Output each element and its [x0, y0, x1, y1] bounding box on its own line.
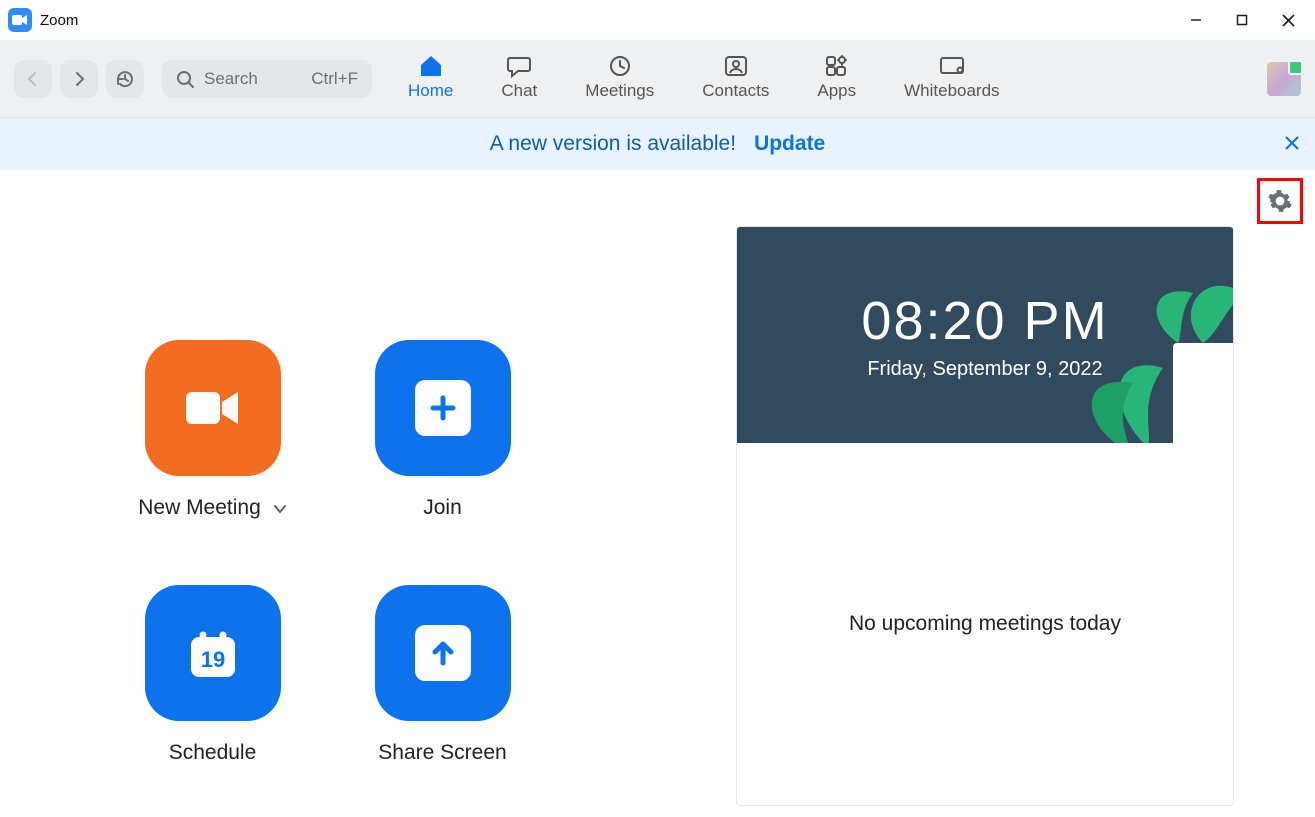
join-button[interactable]: [375, 340, 511, 476]
contacts-icon: [723, 53, 749, 79]
calendar-icon: 19: [181, 621, 245, 685]
whiteboard-icon: [938, 53, 966, 79]
apps-icon: [824, 53, 850, 79]
new-meeting-tile: New Meeting: [103, 340, 323, 565]
history-button[interactable]: [106, 60, 144, 98]
share-screen-tile: Share Screen: [333, 585, 553, 810]
action-panel: New Meeting Join 1: [0, 170, 655, 817]
home-icon: [418, 53, 444, 79]
toolbar: Search Ctrl+F Home Chat Meetings Contact…: [0, 40, 1315, 118]
titlebar: Zoom: [0, 0, 1315, 40]
tab-home[interactable]: Home: [408, 40, 453, 117]
search-icon: [176, 70, 194, 88]
join-label: Join: [423, 496, 462, 520]
tab-contacts[interactable]: Contacts: [702, 40, 769, 117]
new-meeting-label: New Meeting: [138, 496, 261, 520]
clock-date: Friday, September 9, 2022: [867, 358, 1102, 381]
banner-text: A new version is available!: [490, 132, 736, 156]
nav-forward-button[interactable]: [60, 60, 98, 98]
plus-icon: [415, 380, 471, 436]
clock-hero: 08:20 PM Friday, September 9, 2022: [737, 227, 1233, 443]
schedule-button[interactable]: 19: [145, 585, 281, 721]
search-placeholder: Search: [204, 69, 258, 89]
settings-button[interactable]: [1257, 178, 1303, 224]
update-link[interactable]: Update: [754, 132, 825, 156]
chat-icon: [506, 53, 532, 79]
nav-tabs: Home Chat Meetings Contacts Apps Whitebo…: [372, 40, 1253, 117]
clock-time: 08:20 PM: [861, 290, 1108, 352]
main-content: New Meeting Join 1: [0, 170, 1315, 817]
window-title: Zoom: [40, 12, 78, 29]
tab-whiteboards[interactable]: Whiteboards: [904, 40, 999, 117]
search-input[interactable]: Search Ctrl+F: [162, 60, 372, 98]
arrow-up-icon: [415, 625, 471, 681]
profile-avatar[interactable]: [1267, 62, 1301, 96]
tab-meetings[interactable]: Meetings: [585, 40, 654, 117]
close-button[interactable]: [1265, 0, 1311, 40]
update-banner: A new version is available! Update: [0, 118, 1315, 170]
video-icon: [182, 386, 244, 430]
zoom-app-icon: [8, 8, 32, 32]
join-tile: Join: [333, 340, 553, 565]
nav-back-button[interactable]: [14, 60, 52, 98]
info-panel: 08:20 PM Friday, September 9, 2022 No up…: [655, 170, 1315, 817]
clock-card: 08:20 PM Friday, September 9, 2022 No up…: [736, 226, 1234, 806]
banner-close-button[interactable]: [1285, 134, 1299, 155]
schedule-label: Schedule: [169, 741, 257, 765]
chevron-down-icon[interactable]: [273, 496, 287, 520]
share-screen-button[interactable]: [375, 585, 511, 721]
minimize-button[interactable]: [1173, 0, 1219, 40]
tab-apps[interactable]: Apps: [817, 40, 856, 117]
new-meeting-button[interactable]: [145, 340, 281, 476]
svg-text:19: 19: [200, 647, 224, 672]
tab-chat[interactable]: Chat: [501, 40, 537, 117]
plant-decoration: [1083, 273, 1233, 443]
schedule-tile: 19 Schedule: [103, 585, 323, 810]
share-screen-label: Share Screen: [378, 741, 506, 765]
no-meetings-text: No upcoming meetings today: [849, 612, 1121, 636]
maximize-button[interactable]: [1219, 0, 1265, 40]
search-shortcut: Ctrl+F: [311, 69, 358, 89]
clock-icon: [608, 53, 632, 79]
upcoming-meetings: No upcoming meetings today: [737, 443, 1233, 805]
